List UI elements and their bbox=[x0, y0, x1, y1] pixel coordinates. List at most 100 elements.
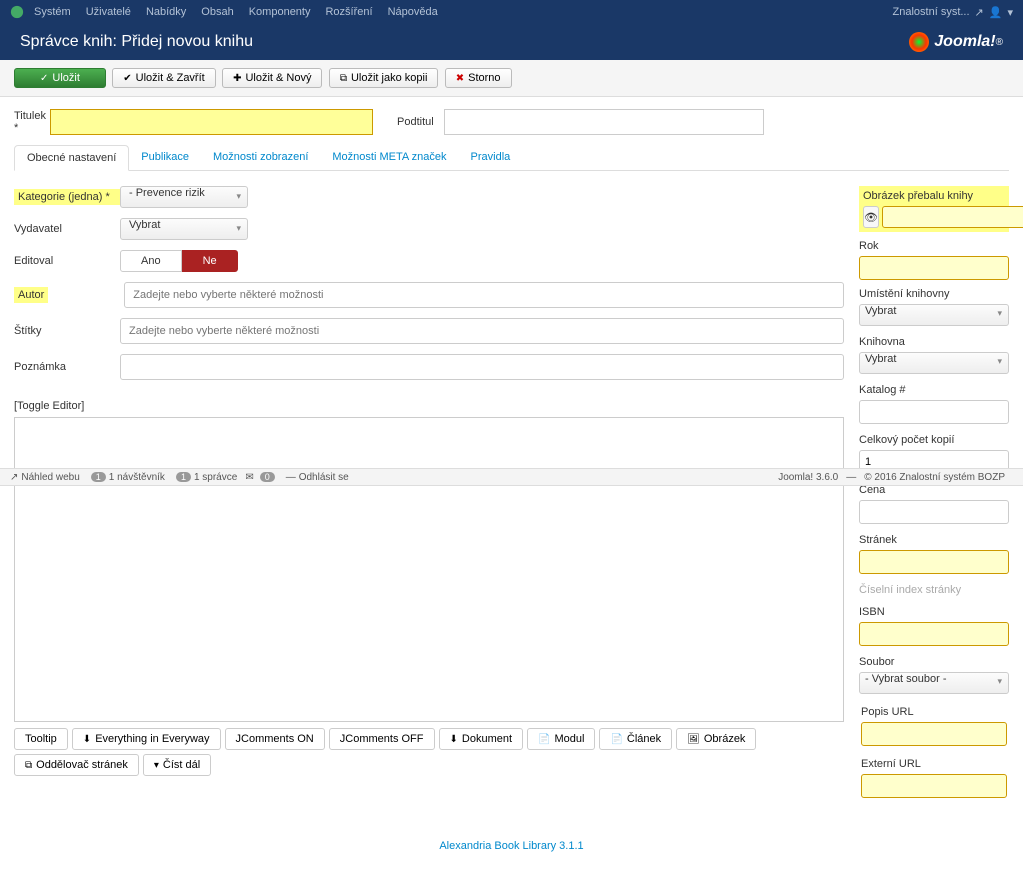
tab-display[interactable]: Možnosti zobrazení bbox=[201, 145, 320, 170]
admins-badge: 1 bbox=[176, 472, 191, 482]
edited-label: Editoval bbox=[14, 255, 120, 267]
library-select[interactable]: Vybrat bbox=[859, 352, 1009, 374]
desc-url-label: Popis URL bbox=[861, 706, 1007, 718]
nav-menus[interactable]: Nabídky bbox=[146, 6, 186, 18]
copyright: © 2016 Znalostní systém BOZP bbox=[864, 472, 1005, 483]
jcomments-off-button[interactable]: JComments OFF bbox=[329, 728, 435, 750]
content-grid: Kategorie (jedna) * - Prevence rizik Vyd… bbox=[14, 186, 1009, 808]
tab-meta[interactable]: Možnosti META značek bbox=[320, 145, 458, 170]
file-label: Soubor bbox=[859, 656, 1009, 668]
footer-link[interactable]: Alexandria Book Library 3.1.1 bbox=[439, 840, 583, 852]
file-icon: 📄 bbox=[610, 734, 622, 745]
index-label: Číselní index stránky bbox=[859, 584, 1009, 596]
caret-down-icon[interactable]: ▾ bbox=[1007, 6, 1013, 19]
dash: — bbox=[846, 472, 856, 483]
right-column: Obrázek přebalu knihy 👁 Zvolit ✖ Rok Umí… bbox=[859, 186, 1009, 808]
publisher-label: Vydavatel bbox=[14, 223, 120, 235]
tab-rules[interactable]: Pravidla bbox=[459, 145, 523, 170]
user-icon[interactable]: 👤 bbox=[989, 6, 1003, 19]
obrazek-button[interactable]: 🖼Obrázek bbox=[676, 728, 756, 750]
editor-textarea[interactable] bbox=[14, 417, 844, 722]
visitors-text[interactable]: 1 návštěvník bbox=[109, 472, 165, 483]
nav-system[interactable]: Systém bbox=[34, 6, 71, 18]
subtitle-input[interactable] bbox=[444, 109, 764, 135]
save-close-button[interactable]: ✔Uložit & Zavřít bbox=[112, 68, 215, 88]
edited-toggle: Ano Ne bbox=[120, 250, 238, 272]
clanek-button[interactable]: 📄Článek bbox=[599, 728, 672, 750]
ext-url-label: Externí URL bbox=[861, 758, 1007, 770]
external-link-icon[interactable]: ↗ bbox=[975, 6, 984, 19]
category-select[interactable]: - Prevence rizik bbox=[120, 186, 248, 208]
page-title: Správce knih: Přidej novou knihu bbox=[20, 33, 909, 51]
site-name[interactable]: Znalostní syst... bbox=[893, 6, 970, 18]
nav-users[interactable]: Uživatelé bbox=[86, 6, 131, 18]
isbn-input[interactable] bbox=[859, 622, 1009, 646]
cancel-button[interactable]: ✖Storno bbox=[445, 68, 512, 88]
file-select[interactable]: - Vybrat soubor - bbox=[859, 672, 1009, 694]
minus-icon: — bbox=[286, 472, 296, 483]
status-bar: ↗Náhled webu 1 1 návštěvník 1 1 správce … bbox=[0, 468, 1023, 486]
location-label: Umístění knihovny bbox=[859, 288, 1009, 300]
nav-content[interactable]: Obsah bbox=[201, 6, 233, 18]
image-icon: 🖼 bbox=[687, 734, 700, 745]
left-column: Kategorie (jedna) * - Prevence rizik Vyd… bbox=[14, 186, 844, 808]
eye-icon: 👁 bbox=[864, 211, 878, 224]
toolbar: ✓Uložit ✔Uložit & Zavřít ✚Uložit & Nový … bbox=[0, 60, 1023, 97]
author-input[interactable] bbox=[124, 282, 844, 308]
logout-link[interactable]: —Odhlásit se bbox=[286, 472, 349, 483]
top-nav: Systém Uživatelé Nabídky Obsah Komponent… bbox=[0, 0, 1023, 24]
cancel-icon: ✖ bbox=[456, 73, 464, 84]
tab-general[interactable]: Obecné nastavení bbox=[14, 145, 129, 171]
price-input[interactable] bbox=[859, 500, 1009, 524]
pages-input[interactable] bbox=[859, 550, 1009, 574]
messages-link[interactable]: ✉0 bbox=[245, 472, 277, 483]
author-label: Autor bbox=[14, 287, 48, 303]
dokument-button[interactable]: ⬇Dokument bbox=[439, 728, 524, 750]
page-header: Správce knih: Přidej novou knihu Joomla!… bbox=[0, 24, 1023, 60]
location-select[interactable]: Vybrat bbox=[859, 304, 1009, 326]
everything-button[interactable]: ⬇Everything in Everyway bbox=[72, 728, 221, 750]
edited-yes[interactable]: Ano bbox=[120, 250, 182, 272]
admins-text[interactable]: 1 správce bbox=[194, 472, 237, 483]
tooltip-button[interactable]: Tooltip bbox=[14, 728, 68, 750]
cover-input[interactable] bbox=[882, 206, 1023, 228]
jcomments-on-button[interactable]: JComments ON bbox=[225, 728, 325, 750]
edited-no[interactable]: Ne bbox=[182, 250, 238, 272]
footer: Alexandria Book Library 3.1.1 bbox=[14, 838, 1009, 852]
note-input[interactable] bbox=[120, 354, 844, 380]
tabs: Obecné nastavení Publikace Možnosti zobr… bbox=[14, 145, 1009, 171]
isbn-label: ISBN bbox=[859, 606, 1009, 618]
cover-label: Obrázek přebalu knihy bbox=[863, 190, 1005, 202]
save-button[interactable]: ✓Uložit bbox=[14, 68, 106, 88]
modul-button[interactable]: 📄Modul bbox=[527, 728, 595, 750]
publisher-select[interactable]: Vybrat bbox=[120, 218, 248, 240]
joomla-icon bbox=[10, 5, 24, 19]
title-input[interactable] bbox=[50, 109, 373, 135]
catalog-input[interactable] bbox=[859, 400, 1009, 424]
pages-label: Stránek bbox=[859, 534, 1009, 546]
tags-label: Štítky bbox=[14, 325, 120, 337]
toggle-editor-link[interactable]: [Toggle Editor] bbox=[14, 400, 84, 412]
preview-image-button[interactable]: 👁 bbox=[863, 206, 879, 228]
tags-input[interactable] bbox=[120, 318, 844, 344]
visitors-badge: 1 bbox=[91, 472, 106, 482]
oddelovac-button[interactable]: ⧉Oddělovač stránek bbox=[14, 754, 139, 776]
ext-url-input[interactable] bbox=[861, 774, 1007, 798]
save-copy-button[interactable]: ⧉Uložit jako kopii bbox=[329, 68, 439, 88]
catalog-label: Katalog # bbox=[859, 384, 1009, 396]
nav-help[interactable]: Nápověda bbox=[388, 6, 438, 18]
nav-components[interactable]: Komponenty bbox=[249, 6, 311, 18]
preview-link[interactable]: ↗Náhled webu bbox=[10, 472, 80, 483]
download-icon: ⬇ bbox=[83, 734, 91, 745]
year-input[interactable] bbox=[859, 256, 1009, 280]
envelope-icon: ✉ bbox=[245, 472, 253, 483]
title-row: Titulek * Podtitul bbox=[14, 109, 1009, 135]
nav-extensions[interactable]: Rozšíření bbox=[325, 6, 372, 18]
joomla-logo-text: Joomla! bbox=[934, 33, 995, 51]
cist-dal-button[interactable]: ▾Číst dál bbox=[143, 754, 211, 776]
desc-url-input[interactable] bbox=[861, 722, 1007, 746]
cover-group: Obrázek přebalu knihy 👁 Zvolit ✖ bbox=[859, 186, 1009, 232]
tab-publication[interactable]: Publikace bbox=[129, 145, 201, 170]
external-link-icon: ↗ bbox=[10, 472, 18, 483]
save-new-button[interactable]: ✚Uložit & Nový bbox=[222, 68, 322, 88]
